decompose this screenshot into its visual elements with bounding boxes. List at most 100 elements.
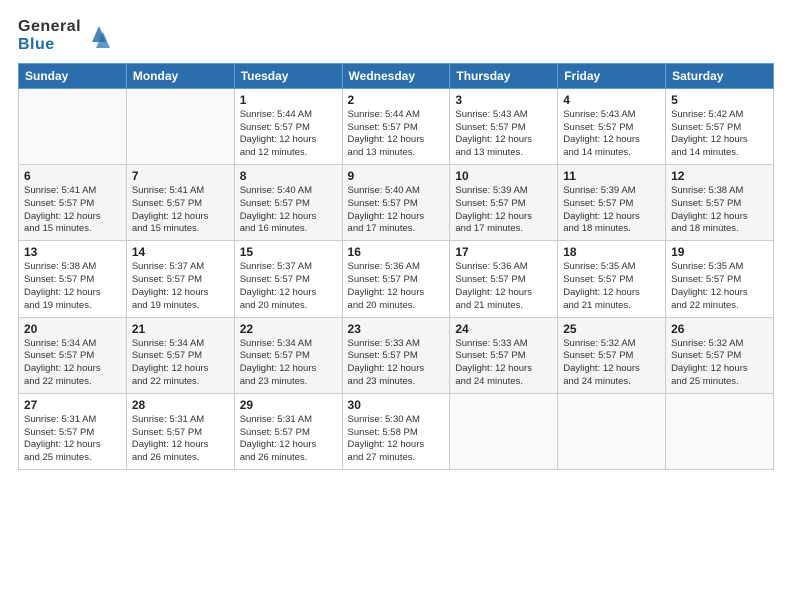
calendar-table: SundayMondayTuesdayWednesdayThursdayFrid… <box>18 63 774 470</box>
day-number: 1 <box>240 93 337 107</box>
calendar-day-13: 13Sunrise: 5:38 AM Sunset: 5:57 PM Dayli… <box>19 241 127 317</box>
day-number: 2 <box>348 93 445 107</box>
calendar-empty-cell <box>19 88 127 164</box>
logo-blue: Blue <box>18 36 81 54</box>
day-number: 4 <box>563 93 660 107</box>
calendar-day-17: 17 Sunrise: 5:36 AM Sunset: 5:57 PM Dayli… <box>450 241 558 317</box>
weekday-header-row: SundayMondayTuesdayWednesdayThursdayFrid… <box>19 63 774 88</box>
day-number: 18 <box>563 245 660 259</box>
day-number: 23 <box>348 322 445 336</box>
day-info: Sunrise: 5:42 AM Sunset: 5:57 PM Dayligh… <box>671 109 768 160</box>
day-info: Sunrise: 5:39 AM Sunset: 5:57 PM Dayligh… <box>563 185 660 236</box>
day-number: 21 <box>132 322 229 336</box>
day-number: 9 <box>348 169 445 183</box>
day-number: 8 <box>240 169 337 183</box>
day-number: 7 <box>132 169 229 183</box>
day-info: Sunrise: 5:44 AM Sunset: 5:57 PM Dayligh… <box>348 109 445 160</box>
day-info: Sunrise: 5:43 AM Sunset: 5:57 PM Dayligh… <box>563 109 660 160</box>
calendar-day-20: 20 Sunrise: 5:34 AM Sunset: 5:57 PM Dayli… <box>19 317 127 393</box>
day-info: Sunrise: 5:30 AM Sunset: 5:58 PM Dayligh… <box>348 414 445 465</box>
day-info: Sunrise: 5:40 AM Sunset: 5:57 PM Dayligh… <box>348 185 445 236</box>
calendar-day-24: 24 Sunrise: 5:33 AM Sunset: 5:57 PM Dayli… <box>450 317 558 393</box>
header: General Blue <box>18 18 774 55</box>
calendar-week-row: 1 Sunrise: 5:44 AM Sunset: 5:57 PM Daylig… <box>19 88 774 164</box>
calendar-day-30: 30 Sunrise: 5:30 AM Sunset: 5:58 PM Dayli… <box>342 393 450 469</box>
weekday-header-saturday: Saturday <box>666 63 774 88</box>
day-info: Sunrise: 5:34 AM Sunset: 5:57 PM Dayligh… <box>132 338 229 389</box>
day-number: 28 <box>132 398 229 412</box>
calendar-week-row: 27 Sunrise: 5:31 AM Sunset: 5:57 PM Dayli… <box>19 393 774 469</box>
day-info: Sunrise: 5:44 AM Sunset: 5:57 PM Dayligh… <box>240 109 337 160</box>
day-info: Sunrise: 5:41 AM Sunset: 5:57 PM Dayligh… <box>24 185 121 236</box>
day-info: Sunrise: 5:31 AM Sunset: 5:57 PM Dayligh… <box>240 414 337 465</box>
logo: General Blue <box>18 18 114 55</box>
day-info: Sunrise: 5:35 AM Sunset: 5:57 PM Dayligh… <box>671 261 768 312</box>
weekday-header-tuesday: Tuesday <box>234 63 342 88</box>
day-number: 26 <box>671 322 768 336</box>
calendar-day-2: 2 Sunrise: 5:44 AM Sunset: 5:57 PM Daylig… <box>342 88 450 164</box>
calendar-day-22: 22 Sunrise: 5:34 AM Sunset: 5:57 PM Dayli… <box>234 317 342 393</box>
day-info: Sunrise: 5:32 AM Sunset: 5:57 PM Dayligh… <box>671 338 768 389</box>
calendar-day-15: 15Sunrise: 5:37 AM Sunset: 5:57 PM Dayli… <box>234 241 342 317</box>
logo-general: General <box>18 18 81 36</box>
day-number: 22 <box>240 322 337 336</box>
calendar-day-10: 10Sunrise: 5:39 AM Sunset: 5:57 PM Dayli… <box>450 165 558 241</box>
calendar-day-3: 3 Sunrise: 5:43 AM Sunset: 5:57 PM Daylig… <box>450 88 558 164</box>
weekday-header-wednesday: Wednesday <box>342 63 450 88</box>
calendar-day-28: 28 Sunrise: 5:31 AM Sunset: 5:57 PM Dayli… <box>126 393 234 469</box>
day-info: Sunrise: 5:34 AM Sunset: 5:57 PM Dayligh… <box>24 338 121 389</box>
calendar-day-12: 12 Sunrise: 5:38 AM Sunset: 5:57 PM Dayli… <box>666 165 774 241</box>
day-number: 16 <box>348 245 445 259</box>
weekday-header-monday: Monday <box>126 63 234 88</box>
day-number: 3 <box>455 93 552 107</box>
day-info: Sunrise: 5:31 AM Sunset: 5:57 PM Dayligh… <box>24 414 121 465</box>
day-info: Sunrise: 5:37 AM Sunset: 5:57 PM Dayligh… <box>240 261 337 312</box>
calendar-day-21: 21 Sunrise: 5:34 AM Sunset: 5:57 PM Dayli… <box>126 317 234 393</box>
day-info: Sunrise: 5:43 AM Sunset: 5:57 PM Dayligh… <box>455 109 552 160</box>
day-number: 5 <box>671 93 768 107</box>
weekday-header-friday: Friday <box>558 63 666 88</box>
day-info: Sunrise: 5:34 AM Sunset: 5:57 PM Dayligh… <box>240 338 337 389</box>
day-info: Sunrise: 5:32 AM Sunset: 5:57 PM Dayligh… <box>563 338 660 389</box>
calendar-week-row: 6Sunrise: 5:41 AM Sunset: 5:57 PM Daylig… <box>19 165 774 241</box>
day-number: 11 <box>563 169 660 183</box>
weekday-header-thursday: Thursday <box>450 63 558 88</box>
logo-icon <box>84 22 114 52</box>
day-number: 24 <box>455 322 552 336</box>
calendar-day-5: 5 Sunrise: 5:42 AM Sunset: 5:57 PM Daylig… <box>666 88 774 164</box>
calendar-day-26: 26 Sunrise: 5:32 AM Sunset: 5:57 PM Dayli… <box>666 317 774 393</box>
day-number: 30 <box>348 398 445 412</box>
calendar-day-23: 23 Sunrise: 5:33 AM Sunset: 5:57 PM Dayli… <box>342 317 450 393</box>
calendar-week-row: 13Sunrise: 5:38 AM Sunset: 5:57 PM Dayli… <box>19 241 774 317</box>
calendar-empty-cell <box>450 393 558 469</box>
calendar-day-25: 25 Sunrise: 5:32 AM Sunset: 5:57 PM Dayli… <box>558 317 666 393</box>
calendar-day-9: 9 Sunrise: 5:40 AM Sunset: 5:57 PM Daylig… <box>342 165 450 241</box>
day-info: Sunrise: 5:33 AM Sunset: 5:57 PM Dayligh… <box>348 338 445 389</box>
calendar-day-19: 19 Sunrise: 5:35 AM Sunset: 5:57 PM Dayli… <box>666 241 774 317</box>
calendar-day-4: 4 Sunrise: 5:43 AM Sunset: 5:57 PM Daylig… <box>558 88 666 164</box>
day-info: Sunrise: 5:40 AM Sunset: 5:57 PM Dayligh… <box>240 185 337 236</box>
day-info: Sunrise: 5:39 AM Sunset: 5:57 PM Dayligh… <box>455 185 552 236</box>
calendar-day-14: 14Sunrise: 5:37 AM Sunset: 5:57 PM Dayli… <box>126 241 234 317</box>
day-number: 29 <box>240 398 337 412</box>
day-info: Sunrise: 5:33 AM Sunset: 5:57 PM Dayligh… <box>455 338 552 389</box>
day-number: 19 <box>671 245 768 259</box>
day-number: 12 <box>671 169 768 183</box>
day-number: 14 <box>132 245 229 259</box>
day-number: 25 <box>563 322 660 336</box>
day-number: 13 <box>24 245 121 259</box>
calendar-day-7: 7Sunrise: 5:41 AM Sunset: 5:57 PM Daylig… <box>126 165 234 241</box>
day-info: Sunrise: 5:31 AM Sunset: 5:57 PM Dayligh… <box>132 414 229 465</box>
day-number: 17 <box>455 245 552 259</box>
day-info: Sunrise: 5:36 AM Sunset: 5:57 PM Dayligh… <box>455 261 552 312</box>
day-number: 20 <box>24 322 121 336</box>
day-info: Sunrise: 5:38 AM Sunset: 5:57 PM Dayligh… <box>671 185 768 236</box>
page: General Blue SundayMondayTuesdayWednesda… <box>0 0 792 480</box>
day-info: Sunrise: 5:36 AM Sunset: 5:57 PM Dayligh… <box>348 261 445 312</box>
calendar-day-27: 27 Sunrise: 5:31 AM Sunset: 5:57 PM Dayli… <box>19 393 127 469</box>
calendar-day-16: 16 Sunrise: 5:36 AM Sunset: 5:57 PM Dayli… <box>342 241 450 317</box>
calendar-day-6: 6Sunrise: 5:41 AM Sunset: 5:57 PM Daylig… <box>19 165 127 241</box>
calendar-day-29: 29 Sunrise: 5:31 AM Sunset: 5:57 PM Dayli… <box>234 393 342 469</box>
calendar-day-11: 11 Sunrise: 5:39 AM Sunset: 5:57 PM Dayli… <box>558 165 666 241</box>
day-number: 27 <box>24 398 121 412</box>
